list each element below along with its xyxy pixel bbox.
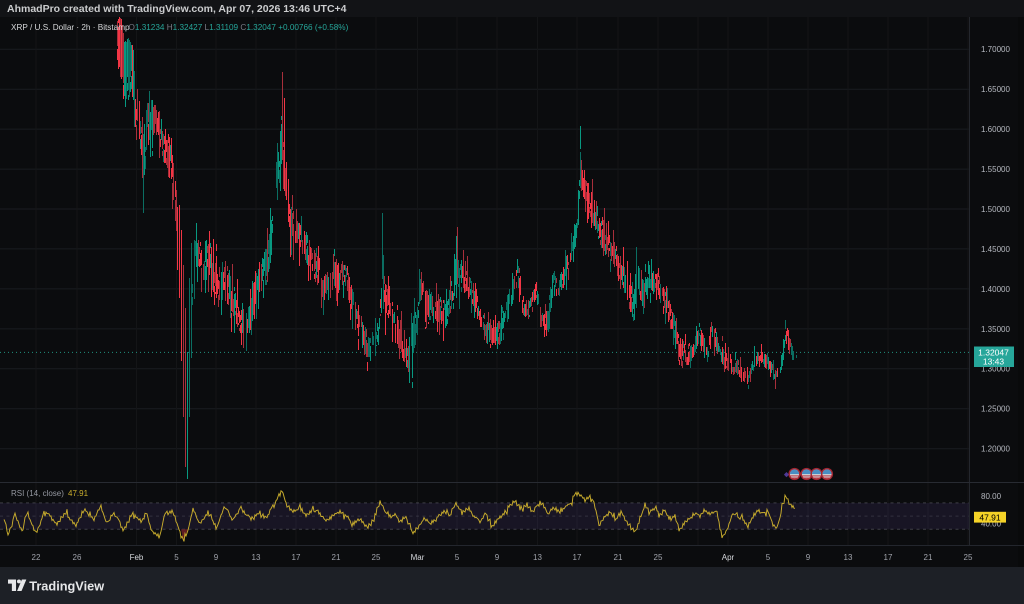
svg-text:25: 25 xyxy=(654,553,663,562)
svg-text:9: 9 xyxy=(214,553,219,562)
svg-text:13: 13 xyxy=(533,553,542,562)
svg-text:Feb: Feb xyxy=(130,553,144,562)
svg-text:5: 5 xyxy=(766,553,771,562)
svg-text:1.40000: 1.40000 xyxy=(981,285,1010,294)
svg-text:Apr: Apr xyxy=(722,553,735,562)
svg-text:21: 21 xyxy=(332,553,341,562)
svg-text:TradingView: TradingView xyxy=(29,578,104,593)
svg-text:13: 13 xyxy=(252,553,261,562)
svg-text:25: 25 xyxy=(372,553,381,562)
svg-text:13:43: 13:43 xyxy=(983,357,1005,367)
svg-text:22: 22 xyxy=(32,553,41,562)
svg-text:1.25000: 1.25000 xyxy=(981,405,1010,414)
svg-text:25: 25 xyxy=(964,553,973,562)
svg-text:1.45000: 1.45000 xyxy=(981,245,1010,254)
svg-text:17: 17 xyxy=(573,553,582,562)
svg-text:1.35000: 1.35000 xyxy=(981,325,1010,334)
svg-text:5: 5 xyxy=(455,553,460,562)
svg-text:17: 17 xyxy=(292,553,301,562)
svg-text:Mar: Mar xyxy=(411,553,425,562)
svg-text:13: 13 xyxy=(844,553,853,562)
svg-text:XRP / U.S. Dollar · 2h · Bitst: XRP / U.S. Dollar · 2h · Bitstamp xyxy=(11,23,130,32)
svg-text:80.00: 80.00 xyxy=(981,492,1002,501)
svg-text:26: 26 xyxy=(73,553,82,562)
svg-text:5: 5 xyxy=(174,553,179,562)
svg-text:17: 17 xyxy=(884,553,893,562)
svg-text:9: 9 xyxy=(806,553,811,562)
svg-text:21: 21 xyxy=(924,553,933,562)
svg-text:O1.31234 H1.32427 L1.31109: O1.31234 H1.32427 L1.31109 C1.32047 +0.0… xyxy=(129,23,349,32)
svg-text:1.70000: 1.70000 xyxy=(981,45,1010,54)
svg-text:1.20000: 1.20000 xyxy=(981,445,1010,454)
svg-text:1.60000: 1.60000 xyxy=(981,125,1010,134)
svg-text:47.91: 47.91 xyxy=(979,512,1001,522)
svg-text:1.50000: 1.50000 xyxy=(981,205,1010,214)
svg-text:1.65000: 1.65000 xyxy=(981,85,1010,94)
svg-text:9: 9 xyxy=(495,553,500,562)
svg-text:47.91: 47.91 xyxy=(68,489,89,498)
svg-text:21: 21 xyxy=(614,553,623,562)
svg-text:RSI (14, close): RSI (14, close) xyxy=(11,489,64,498)
svg-text:1.55000: 1.55000 xyxy=(981,165,1010,174)
